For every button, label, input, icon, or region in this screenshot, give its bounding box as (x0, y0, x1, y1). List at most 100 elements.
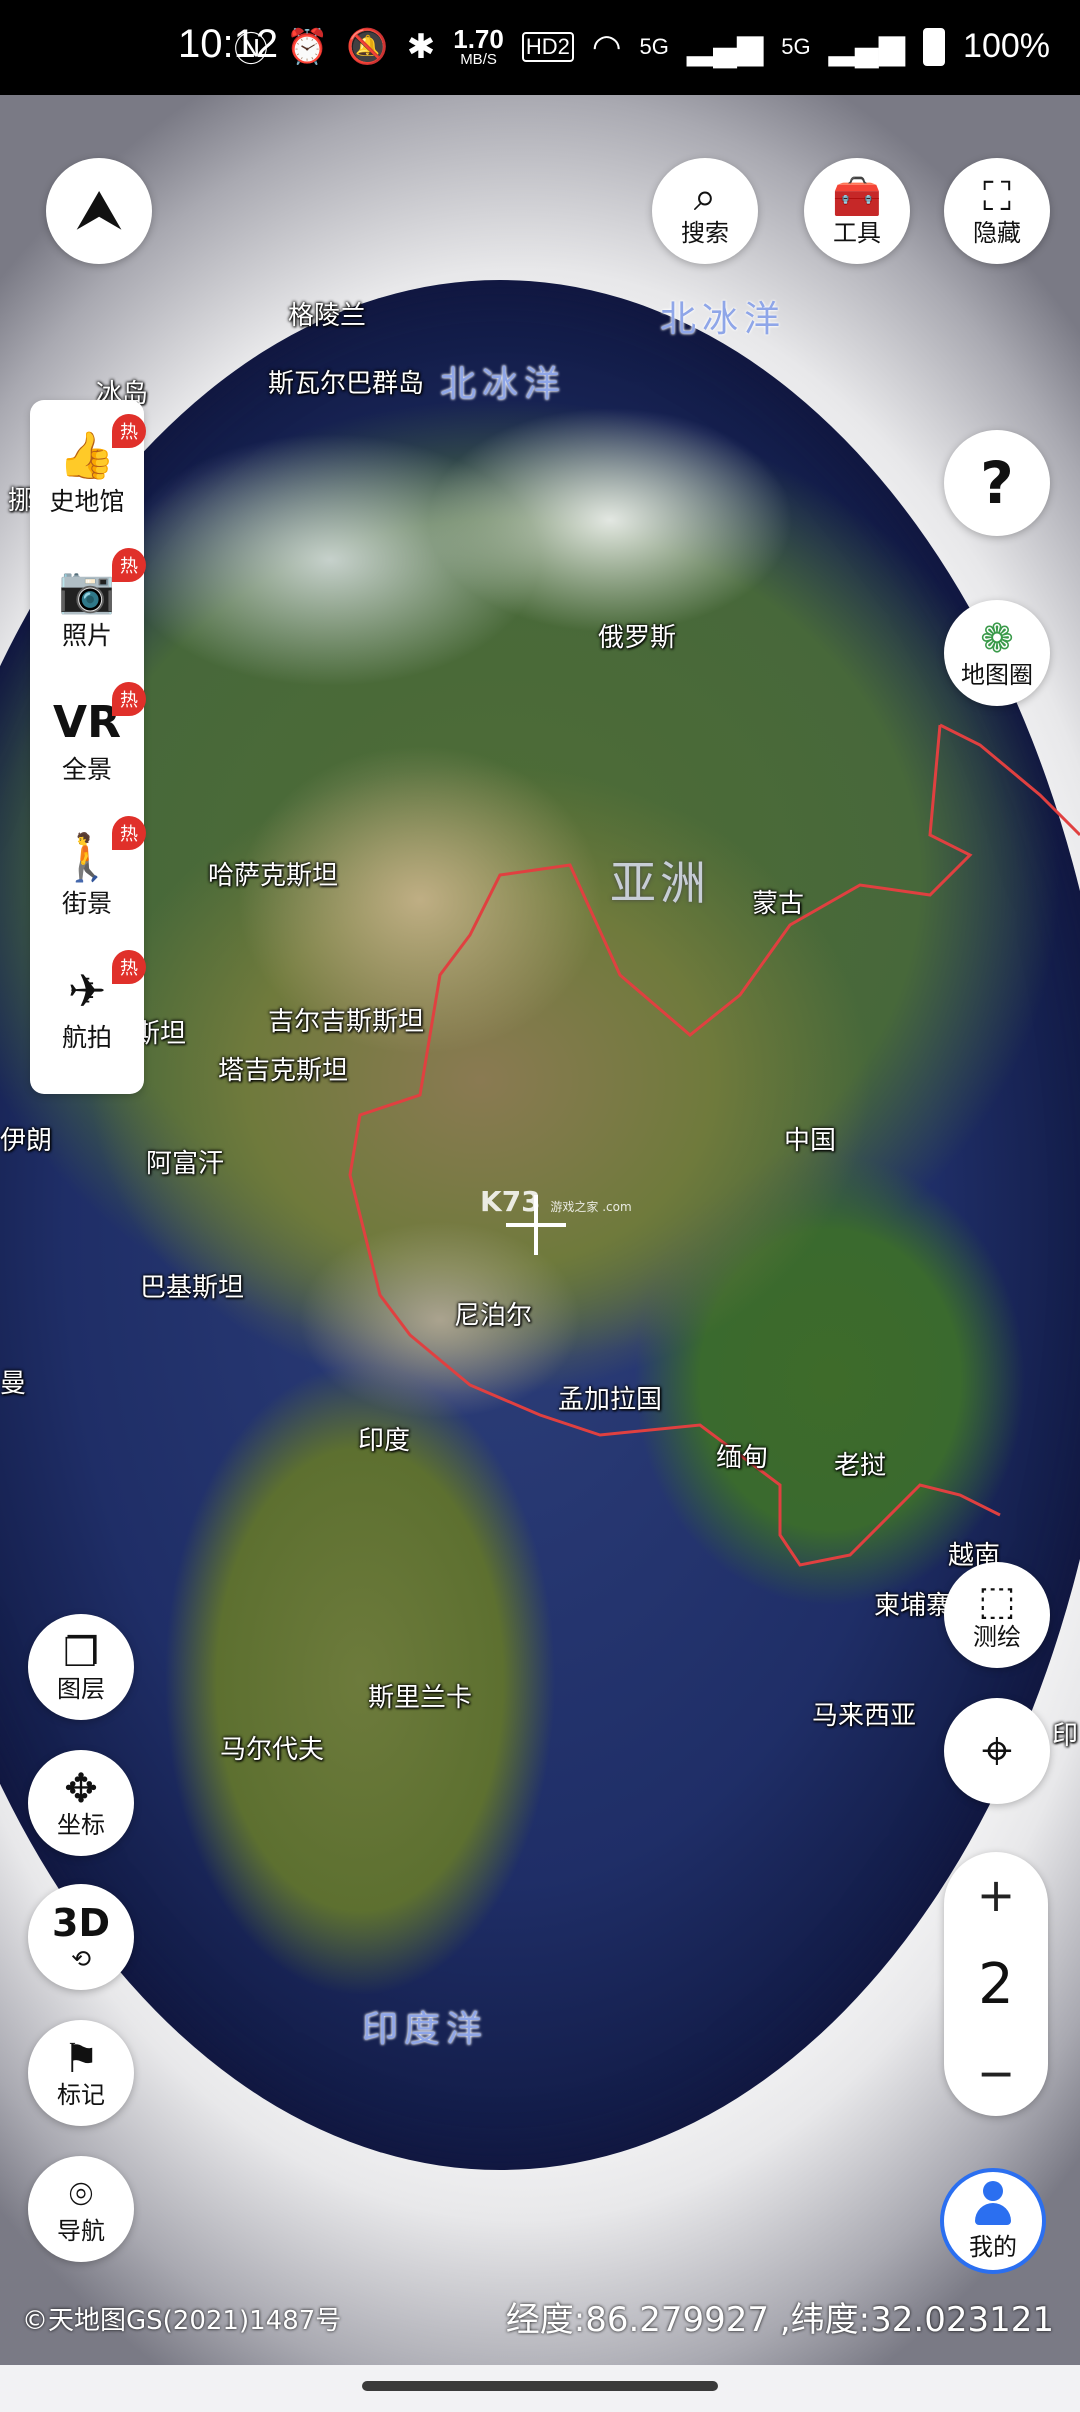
hide-button[interactable]: ⛶ 隐藏 (944, 158, 1050, 264)
locate-button[interactable]: ⌖ (944, 1698, 1050, 1804)
label-russia: 俄罗斯 (598, 623, 677, 653)
gesture-bar (0, 2365, 1080, 2412)
battery-percent: 100% (963, 27, 1050, 65)
search-button[interactable]: ⌕ 搜索 (652, 158, 758, 264)
mark-label: 标记 (57, 2081, 105, 2109)
feature-label: 照片 (61, 621, 112, 650)
layers-icon: ❐ (63, 1630, 99, 1676)
signal-icon-2: ▂▄▆ (828, 27, 906, 66)
center-crosshair (506, 1195, 566, 1255)
label-mongolia: 蒙古 (752, 889, 805, 919)
tools-button[interactable]: 🧰 工具 (804, 158, 910, 264)
status-icons: Ⓝ ⏰ 🔕 ✱ 1.70 MB/S HD2 ◠ 5G ▂▄▆ 5G ▂▄▆ 10… (234, 22, 1050, 71)
crosshair-move-icon: ✥ (64, 1766, 98, 1812)
hide-label: 隐藏 (973, 219, 1021, 247)
feature-label: 全景 (61, 755, 112, 784)
label-asia: 亚洲 (610, 856, 710, 910)
label-tajikistan: 塔吉克斯坦 (218, 1056, 349, 1086)
user-avatar-icon (973, 2180, 1013, 2227)
label-india: 印度 (358, 1426, 411, 1456)
person-icon: 🚶 (58, 830, 116, 884)
layers-button[interactable]: ❐ 图层 (28, 1614, 134, 1720)
feature-aerial[interactable]: ✈ 航拍 热 (30, 944, 146, 1074)
battery-icon (923, 27, 946, 66)
tools-label: 工具 (833, 219, 881, 247)
drone-icon: ✈ (67, 964, 107, 1018)
compass-button[interactable]: ⮝ (46, 158, 152, 264)
map-circle-label: 地图圈 (961, 661, 1033, 689)
help-icon: ? (980, 449, 1014, 517)
location-pin-icon: ⌾ (69, 2172, 93, 2218)
signal-2: 5G (781, 33, 811, 59)
locate-icon: ⌖ (981, 1719, 1013, 1782)
feature-photos[interactable]: 📷 照片 热 (30, 542, 146, 672)
zoom-out-button[interactable]: − (977, 2050, 1016, 2096)
layers-label: 图层 (57, 1675, 105, 1703)
map-view[interactable]: 北冰洋 格陵兰 斯瓦尔巴群岛 北冰洋 冰岛 挪 俄罗斯 哈萨克斯坦 亚洲 蒙古 … (0, 95, 1080, 2365)
thumbs-up-icon: 👍 (58, 428, 116, 482)
3d-button[interactable]: 3D ⟲ (28, 1884, 134, 1990)
nav-label: 导航 (57, 2217, 105, 2245)
feature-panorama[interactable]: VR 全景 热 (30, 676, 146, 806)
search-label: 搜索 (681, 219, 729, 247)
survey-label: 测绘 (973, 1623, 1021, 1651)
coords-label: 坐标 (57, 1811, 105, 1839)
label-pakistan: 巴基斯坦 (140, 1273, 245, 1303)
label-svalbard: 斯瓦尔巴群岛 (268, 369, 425, 399)
coordinates-readout: 经度:86.279927 ,纬度:32.023121 (505, 2300, 1054, 2340)
aperture-icon: ❁ (980, 616, 1014, 662)
help-button[interactable]: ? (944, 430, 1050, 536)
label-sri-lanka: 斯里兰卡 (368, 1683, 473, 1713)
feature-history-museum[interactable]: 👍 史地馆 热 (30, 408, 146, 538)
hot-badge: 热 (112, 950, 146, 984)
label-china: 中国 (784, 1126, 837, 1156)
map-copyright: ©天地图GS(2021)1487号 (22, 2306, 342, 2336)
mute-icon: 🔕 (346, 27, 389, 66)
navigation-button[interactable]: ⌾ 导航 (28, 2156, 134, 2262)
hot-badge: 热 (112, 414, 146, 448)
feature-label: 航拍 (61, 1023, 112, 1052)
label-nepal: 尼泊尔 (454, 1301, 533, 1331)
coordinates-button[interactable]: ✥ 坐标 (28, 1750, 134, 1856)
label-laos: 老挝 (834, 1451, 887, 1481)
feature-label: 街景 (61, 889, 112, 918)
home-indicator[interactable] (362, 2381, 718, 2391)
vr-icon: VR (53, 697, 121, 748)
signal-1: 5G (639, 33, 669, 59)
label-cambodia: 柬埔寨 (874, 1591, 953, 1621)
speed-value: 1.70 (453, 24, 504, 54)
label-indian-ocean: 印度洋 (362, 2009, 489, 2050)
label-arctic-ocean-2: 北冰洋 (440, 364, 567, 405)
label-fragment-3: 伊朗 (0, 1126, 53, 1156)
hot-badge: 热 (112, 548, 146, 582)
label-fragment-4: 曼 (0, 1369, 27, 1399)
label-malaysia: 马来西亚 (812, 1701, 917, 1731)
zoom-level: 2 (978, 1951, 1014, 2017)
profile-button[interactable]: 我的 (940, 2168, 1046, 2274)
nfc-icon: Ⓝ (234, 31, 269, 69)
map-circle-button[interactable]: ❁ 地图圈 (944, 600, 1050, 706)
survey-button[interactable]: ⬚ 测绘 (944, 1562, 1050, 1668)
camera-icon: 📷 (58, 562, 116, 616)
bluetooth-icon: ✱ (406, 27, 436, 66)
profile-label: 我的 (969, 2232, 1017, 2261)
search-icon: ⌕ (693, 174, 717, 220)
label-afghanistan: 阿富汗 (146, 1149, 225, 1179)
measure-icon: ⬚ (978, 1578, 1016, 1624)
toolbox-icon: 🧰 (832, 174, 882, 220)
label-bangladesh: 孟加拉国 (558, 1385, 663, 1415)
alarm-icon: ⏰ (286, 27, 329, 66)
feature-label: 史地馆 (49, 487, 125, 516)
3d-rotate-icon: 3D (52, 1901, 110, 1945)
label-fragment-5: 印 (1052, 1721, 1079, 1751)
feature-panel: 👍 史地馆 热 📷 照片 热 VR 全景 热 🚶 街景 热 ✈ 航拍 热 (30, 400, 146, 1094)
wifi-icon: ◠ (591, 27, 622, 66)
rotate-arrow-icon: ⟲ (70, 1945, 92, 1973)
mark-button[interactable]: ⚑ 标记 (28, 2020, 134, 2126)
label-arctic-ocean-1: 北冰洋 (660, 299, 787, 340)
speed-unit: MB/S (460, 51, 497, 68)
hot-badge: 热 (112, 682, 146, 716)
feature-street-view[interactable]: 🚶 街景 热 (30, 810, 146, 940)
zoom-in-button[interactable]: + (977, 1872, 1016, 1918)
label-kazakhstan: 哈萨克斯坦 (208, 861, 339, 891)
